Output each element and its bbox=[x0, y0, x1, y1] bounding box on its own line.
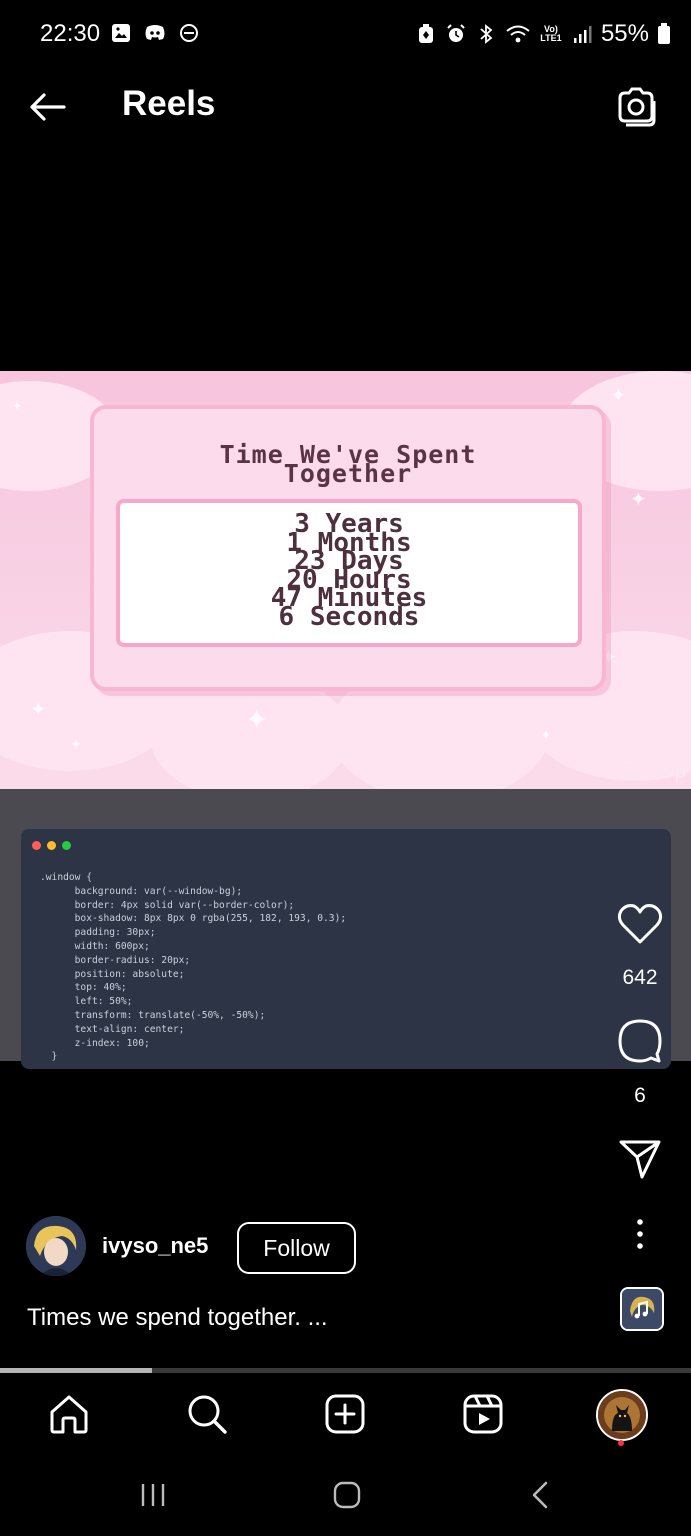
code-area: .window { background: var(--window-bg); … bbox=[0, 789, 691, 1069]
code-line: border: 4px solid var(--border-color); bbox=[40, 899, 295, 911]
create-post-icon[interactable] bbox=[323, 1392, 367, 1436]
code-editor-card: .window { background: var(--window-bg); … bbox=[21, 829, 671, 1069]
post-caption[interactable]: Times we spend together. ... bbox=[27, 1304, 328, 1332]
battery-icon bbox=[657, 23, 671, 45]
code-line: text-align: center; bbox=[40, 1023, 185, 1035]
video-watermark: St-Sp bbox=[620, 759, 687, 784]
music-note-icon bbox=[622, 1289, 662, 1329]
code-line: box-shadow: 8px 8px 0 rgba(255, 182, 193… bbox=[40, 913, 347, 925]
profile-avatar-icon[interactable] bbox=[596, 1389, 648, 1441]
battery-percent: 55% bbox=[600, 20, 649, 47]
dnd-icon bbox=[178, 22, 200, 44]
status-right: Vo) LTE1 55% bbox=[415, 20, 671, 48]
gallery-icon bbox=[110, 22, 132, 44]
code-line: transform: translate(-50%, -50%); bbox=[40, 1009, 266, 1021]
like-button[interactable] bbox=[614, 902, 666, 948]
reel-video[interactable]: ✦ ✦ ✦ ✦ ✦ ✦ ✦ ✦ Time We've Spent Togethe… bbox=[0, 371, 691, 1069]
maximize-dot-icon bbox=[62, 841, 71, 850]
minimize-dot-icon bbox=[47, 841, 56, 850]
comment-count: 6 bbox=[634, 1084, 646, 1107]
alarm-icon bbox=[445, 23, 467, 45]
comment-bubble-icon bbox=[618, 1019, 662, 1063]
volte-icon: Vo) LTE1 bbox=[540, 24, 562, 43]
close-dot-icon bbox=[32, 841, 41, 850]
code-line: top: 40%; bbox=[40, 982, 127, 994]
video-progress-bar[interactable] bbox=[0, 1368, 691, 1373]
code-line: position: absolute; bbox=[40, 968, 185, 980]
back-arrow-icon[interactable] bbox=[26, 86, 68, 128]
heart-icon bbox=[617, 904, 663, 944]
page-title: Reels bbox=[122, 84, 216, 123]
counter-lines: 3 Years 1 Months 23 Days 20 Hours 47 Min… bbox=[120, 511, 578, 632]
code-line: .window { bbox=[40, 872, 92, 883]
counter-seconds: 6 Seconds bbox=[278, 601, 420, 632]
code-line: left: 50%; bbox=[40, 996, 133, 1008]
home-button-icon[interactable] bbox=[330, 1478, 364, 1512]
code-line: width: 600px; bbox=[40, 940, 150, 952]
battery-saver-icon bbox=[415, 23, 437, 45]
username[interactable]: ivyso_ne5 bbox=[102, 1233, 208, 1259]
user-avatar[interactable] bbox=[26, 1216, 86, 1276]
camera-icon[interactable] bbox=[614, 84, 658, 128]
notification-dot bbox=[618, 1440, 624, 1446]
code-line: background: var(--window-bg); bbox=[40, 885, 243, 897]
code-line: border-radius: 20px; bbox=[40, 954, 191, 966]
counter-box: 3 Years 1 Months 23 Days 20 Hours 47 Min… bbox=[116, 499, 582, 647]
share-button[interactable] bbox=[614, 1138, 666, 1182]
send-plane-icon bbox=[619, 1140, 661, 1179]
code-line: z-index: 100; bbox=[40, 1037, 150, 1049]
recent-apps-icon[interactable] bbox=[137, 1478, 171, 1512]
code-line: } bbox=[40, 1051, 58, 1063]
signal-icon bbox=[571, 23, 593, 45]
home-icon[interactable] bbox=[47, 1392, 91, 1436]
discord-icon bbox=[144, 22, 166, 44]
search-icon[interactable] bbox=[185, 1392, 229, 1436]
pixel-art-background: ✦ ✦ ✦ ✦ ✦ ✦ ✦ ✦ Time We've Spent Togethe… bbox=[0, 371, 691, 789]
window-title: Time We've Spent Together bbox=[219, 440, 477, 488]
more-options-icon[interactable] bbox=[630, 1218, 650, 1250]
bluetooth-icon bbox=[475, 23, 497, 45]
status-time: 22:30 bbox=[40, 20, 101, 47]
back-button-icon[interactable] bbox=[524, 1478, 558, 1512]
status-left-icons bbox=[110, 22, 200, 44]
code-line: padding: 30px; bbox=[40, 927, 156, 939]
like-count: 642 bbox=[622, 966, 658, 989]
audio-track-button[interactable] bbox=[620, 1287, 664, 1331]
comment-button[interactable] bbox=[614, 1018, 666, 1064]
reels-icon[interactable] bbox=[461, 1392, 505, 1436]
follow-button[interactable]: Follow bbox=[237, 1222, 356, 1274]
code-snippet: .window { background: var(--window-bg); … bbox=[40, 871, 346, 1064]
progress-fill bbox=[0, 1368, 153, 1373]
wifi-icon bbox=[505, 23, 531, 45]
counter-window: Time We've Spent Together 3 Years 1 Mont… bbox=[90, 405, 606, 691]
